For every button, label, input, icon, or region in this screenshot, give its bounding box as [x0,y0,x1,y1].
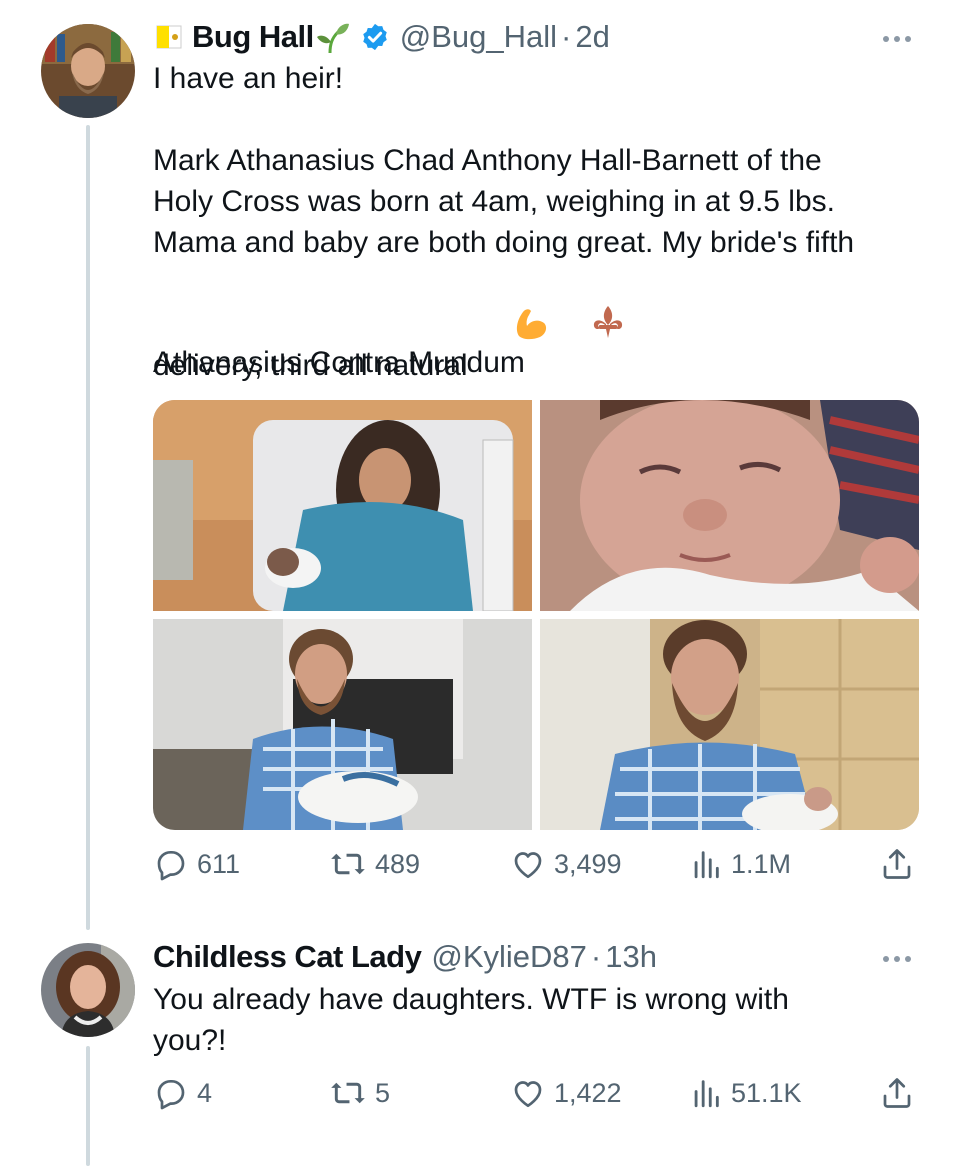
heart-icon [510,1075,546,1111]
mother-holding-newborn-photo[interactable] [153,400,532,611]
reply-views-count: 51.1K [731,1077,802,1108]
tweet-text-line1: I have an heir! [153,62,344,95]
views-chart-icon [689,1075,723,1111]
reply-author-display-name[interactable]: Childless Cat Lady [153,938,422,976]
thread-line-top [86,125,90,930]
thread-line-bottom [86,1046,90,1166]
tweet-header: Bug Hall @Bug_Hall · 2d [156,18,610,56]
author-display-name[interactable]: Bug Hall [192,18,314,56]
more-options-icon[interactable] [883,36,911,42]
reply-more-options-icon[interactable] [883,956,911,962]
childless-cat-lady-avatar[interactable] [41,943,135,1037]
verified-badge-icon [360,22,390,52]
share-icon [879,1075,915,1111]
reply-text: You already have daughters. WTF is wrong… [153,983,789,1057]
tweet-timestamp[interactable]: 2d [575,18,609,56]
newborn-closeup-photo[interactable] [540,400,919,611]
meta-separator: · [561,19,572,54]
repost-button[interactable]: 489 [329,846,420,882]
tweet-action-bar: 611 489 3,499 1.1M [153,846,919,886]
reply-meta-separator: · [590,939,602,974]
father-holding-baby-photo[interactable] [153,619,532,830]
reply-share-button[interactable] [879,1075,915,1111]
reply-reply-button[interactable]: 4 [153,1075,212,1111]
reply-reply-count: 4 [197,1077,213,1108]
reply-button[interactable]: 611 [153,846,240,882]
tweet-text-tagline: Athanasius Contra Mundum [153,346,525,379]
repost-icon [329,846,367,882]
share-icon [879,846,915,882]
reply-repost-count: 5 [375,1077,391,1108]
repost-icon [329,1075,367,1111]
views-chart-icon [689,846,723,882]
reply-icon [153,846,189,882]
views-count: 1.1M [731,848,792,879]
author-handle[interactable]: @Bug_Hall [400,18,557,56]
reply-like-button[interactable]: 1,422 [510,1075,622,1111]
reply-author-handle[interactable]: @KylieD87 [431,938,587,976]
father-smiling-with-baby-photo[interactable] [540,619,919,830]
reply-header: Childless Cat Lady @KylieD87 · 13h [153,938,657,976]
reply-like-count: 1,422 [554,1077,622,1108]
fleur-de-lis-icon [557,263,626,392]
views-button[interactable]: 1.1M [689,846,791,882]
tweet-media-grid [153,400,919,830]
heart-icon [510,846,546,882]
like-button[interactable]: 3,499 [510,846,622,882]
reply-repost-button[interactable]: 5 [329,1075,390,1111]
repost-count: 489 [375,848,421,879]
share-button[interactable] [879,846,915,882]
reply-icon [153,1075,189,1111]
vatican-flag-icon [156,25,182,49]
reply-action-bar: 4 5 1,422 51.1K [153,1075,919,1115]
bug-hall-avatar[interactable] [41,24,135,118]
reply-timestamp[interactable]: 13h [605,938,657,976]
seedling-icon [316,20,350,54]
like-count: 3,499 [554,848,622,879]
reply-count: 611 [197,848,241,879]
reply-views-button[interactable]: 51.1K [689,1075,802,1111]
